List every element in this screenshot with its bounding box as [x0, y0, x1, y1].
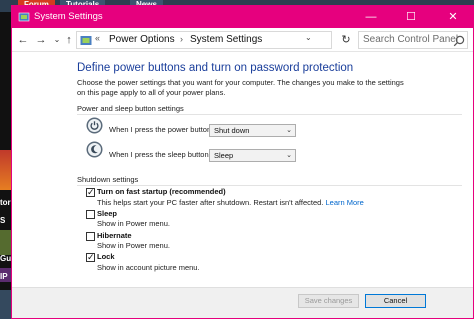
lock-desc: Show in account picture menu.	[97, 263, 200, 272]
up-button[interactable]: ↑	[62, 32, 76, 48]
address-dropdown-icon[interactable]: ⌄	[305, 33, 312, 42]
shutdown-section-label: Shutdown settings	[77, 175, 139, 184]
control-panel-icon	[18, 12, 30, 22]
power-icon	[86, 117, 103, 134]
title-bar[interactable]: System Settings — ☐ ✕	[12, 6, 473, 28]
sleep-button-select[interactable]: Sleep ⌄	[209, 149, 296, 162]
lock-checkbox[interactable]: ✓	[86, 252, 95, 262]
fast-startup-checkbox[interactable]: ✓	[86, 187, 95, 197]
breadcrumb-system-settings[interactable]: System Settings	[190, 34, 262, 45]
navigation-bar: ← → ⌄ ↑ « Power Options › System Setting…	[12, 28, 473, 52]
chevron-down-icon: ⌄	[286, 127, 292, 134]
fast-startup-label[interactable]: Turn on fast startup (recommended)	[97, 187, 226, 196]
background-text: IP	[0, 272, 8, 281]
search-icon[interactable]	[453, 35, 465, 47]
minimize-button[interactable]: —	[351, 6, 391, 28]
search-placeholder: Search Control Panel	[363, 34, 459, 45]
page-description: Choose the power settings that you want …	[77, 78, 404, 97]
breadcrumb-power-options[interactable]: Power Options	[109, 34, 175, 45]
checkmark-icon: ✓	[87, 187, 95, 197]
refresh-button[interactable]: ↻	[338, 31, 354, 49]
power-section-label: Power and sleep button settings	[77, 104, 184, 113]
save-changes-button[interactable]: Save changes	[298, 294, 359, 308]
maximize-button[interactable]: ☐	[391, 6, 431, 28]
hibernate-checkbox[interactable]	[86, 232, 95, 241]
background-text: S	[0, 216, 6, 225]
sleep-button-value: Sleep	[214, 151, 234, 160]
sleep-checkbox[interactable]	[86, 210, 95, 219]
forward-button[interactable]: →	[34, 32, 48, 48]
page-title: Define power buttons and turn on passwor…	[77, 62, 354, 74]
hibernate-desc: Show in Power menu.	[97, 241, 170, 250]
section-divider	[77, 114, 462, 115]
search-input[interactable]: Search Control Panel	[358, 31, 468, 49]
fast-startup-desc-text: This helps start your PC faster after sh…	[97, 198, 324, 207]
main-content: Define power buttons and turn on passwor…	[12, 53, 473, 287]
power-button-select[interactable]: Shut down ⌄	[209, 124, 296, 137]
power-button-label: When I press the power button:	[109, 125, 214, 134]
back-button[interactable]: ←	[16, 32, 30, 48]
power-button-value: Shut down	[214, 126, 250, 135]
chevron-down-icon: ⌄	[286, 152, 292, 159]
lock-label[interactable]: Lock	[97, 252, 115, 261]
hibernate-label[interactable]: Hibernate	[97, 231, 132, 240]
footer-bar: Save changes Cancel	[12, 287, 473, 318]
control-panel-icon	[80, 36, 92, 45]
sleep-button-label: When I press the sleep button:	[109, 150, 211, 159]
moon-icon	[86, 141, 103, 158]
checkmark-icon: ✓	[87, 252, 95, 262]
system-settings-window: System Settings — ☐ ✕ ← → ⌄ ↑ « Power Op…	[11, 5, 474, 319]
close-button[interactable]: ✕	[433, 6, 473, 28]
background-text: tor	[0, 198, 11, 207]
address-bar[interactable]: « Power Options › System Settings ⌄	[76, 31, 332, 49]
learn-more-link[interactable]: Learn More	[326, 198, 364, 207]
address-overflow[interactable]: «	[95, 33, 100, 43]
background-text: Gu	[0, 254, 12, 263]
fast-startup-desc: This helps start your PC faster after sh…	[97, 198, 364, 207]
sleep-desc: Show in Power menu.	[97, 219, 170, 228]
cancel-button[interactable]: Cancel	[365, 294, 426, 308]
section-divider	[77, 185, 462, 186]
breadcrumb-arrow[interactable]: ›	[180, 34, 183, 44]
sleep-label[interactable]: Sleep	[97, 209, 117, 218]
window-title: System Settings	[34, 11, 103, 22]
